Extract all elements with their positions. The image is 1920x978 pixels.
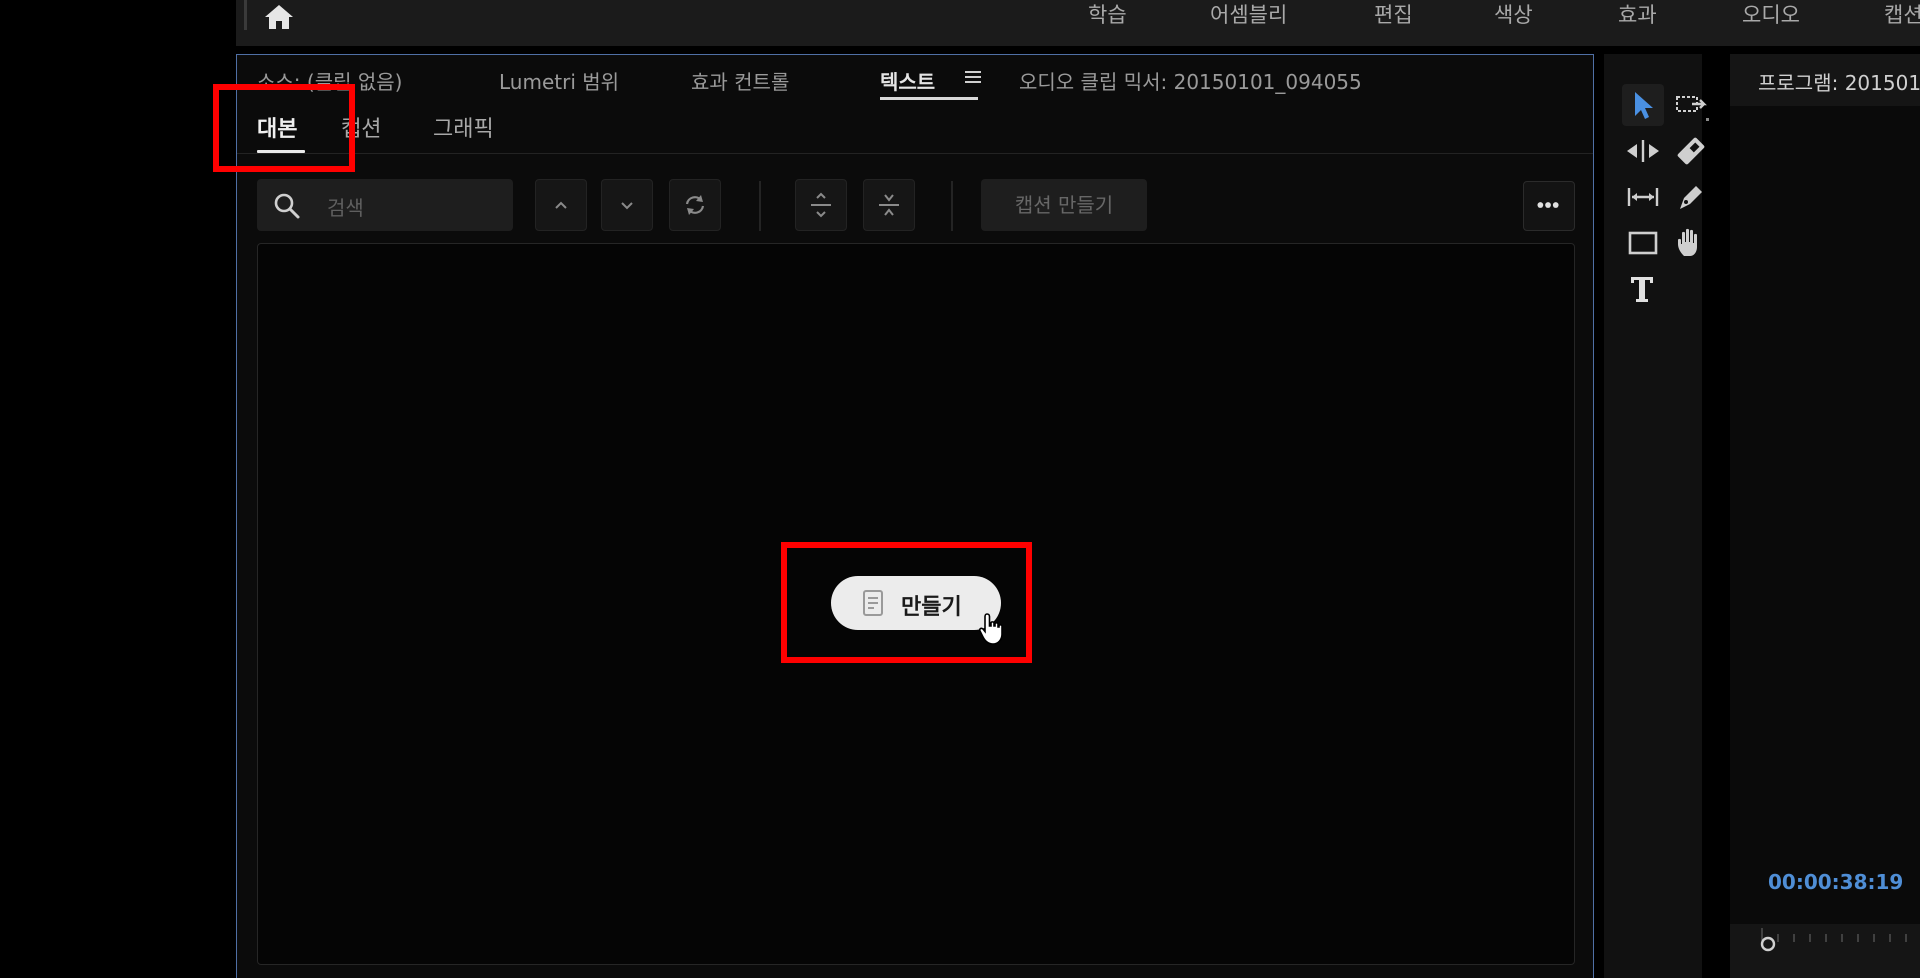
next-result-button[interactable]: [601, 179, 653, 231]
replace-button[interactable]: [669, 179, 721, 231]
workspace-assembly[interactable]: 어셈블리: [1210, 0, 1287, 30]
program-monitor-title[interactable]: 프로그램: 20150101_094055: [1758, 67, 1920, 96]
workspace-captions[interactable]: 캡션: [1884, 0, 1920, 30]
selection-tool-icon: [1635, 92, 1653, 119]
workspace-audio[interactable]: 오디오: [1742, 0, 1800, 30]
pen-tool[interactable]: [1670, 176, 1712, 218]
type-icon: [1631, 277, 1653, 302]
razor-tool[interactable]: [1670, 130, 1712, 172]
type-tool[interactable]: [1622, 268, 1664, 310]
tab-text-underline: [880, 97, 978, 100]
timeline-ruler[interactable]: [1760, 922, 1920, 952]
razor-icon: [1677, 137, 1705, 165]
program-viewer: [1730, 106, 1920, 924]
collapse-icon: [879, 194, 899, 216]
more-icon: [1537, 202, 1559, 208]
chevron-down-icon: [621, 202, 633, 210]
chevron-up-icon: [555, 201, 567, 209]
workspace-color[interactable]: 색상: [1494, 0, 1533, 30]
toolbar-separator: [951, 181, 953, 231]
previous-result-button[interactable]: [535, 179, 587, 231]
highlight-transcript-tab: [213, 84, 355, 172]
expand-icon: [811, 192, 831, 218]
program-monitor-panel: 프로그램: 20150101_094055 00:00:38:19: [1730, 54, 1920, 978]
workspace-learning[interactable]: 학습: [1088, 0, 1127, 30]
slip-icon: [1627, 188, 1659, 206]
more-options-button[interactable]: [1523, 181, 1575, 231]
search-input[interactable]: 검색: [257, 179, 513, 231]
ripple-edit-icon: [1627, 140, 1659, 162]
track-select-tool[interactable]: [1670, 84, 1712, 126]
rectangle-tool[interactable]: [1622, 222, 1664, 264]
workspace-effects[interactable]: 효과: [1618, 0, 1657, 30]
expand-all-button[interactable]: [795, 179, 847, 231]
hand-icon: [1678, 228, 1697, 256]
tab-text[interactable]: 텍스트: [880, 66, 935, 95]
collapse-all-button[interactable]: [863, 179, 915, 231]
subtab-graphics[interactable]: 그래픽: [433, 111, 494, 143]
tab-effect-controls[interactable]: 효과 컨트롤: [691, 66, 789, 95]
tab-audio-clip-mixer[interactable]: 오디오 클립 믹서: 20150101_094055: [1019, 66, 1362, 95]
home-icon[interactable]: [262, 2, 296, 32]
selection-tool[interactable]: [1622, 84, 1664, 126]
hand-tool[interactable]: [1670, 222, 1712, 264]
create-captions-button[interactable]: 캡션 만들기: [981, 179, 1147, 231]
workspace-bar: 학습 어셈블리 편집 색상 효과 오디오 캡션: [236, 0, 1920, 46]
slip-tool[interactable]: [1622, 176, 1664, 218]
menu-icon[interactable]: [963, 69, 983, 85]
pen-icon: [1680, 186, 1702, 209]
search-placeholder: 검색: [327, 196, 364, 220]
highlight-create-button: [781, 542, 1032, 663]
premiere-window: 학습 어셈블리 편집 색상 효과 오디오 캡션 소스: (클립 없음) Lume…: [0, 0, 1920, 978]
workspace-editing[interactable]: 편집: [1374, 0, 1413, 30]
ripple-edit-tool[interactable]: [1622, 130, 1664, 172]
text-panel: 소스: (클립 없음) Lumetri 범위 효과 컨트롤 텍스트 오디오 클립…: [236, 54, 1594, 978]
search-icon: [274, 193, 300, 219]
refresh-icon: [685, 195, 705, 215]
tools-panel: [1604, 54, 1709, 978]
topbar-separator: [244, 0, 247, 30]
tab-lumetri-scopes[interactable]: Lumetri 범위: [499, 66, 619, 95]
track-select-icon: [1676, 96, 1709, 121]
playhead-timecode[interactable]: 00:00:38:19: [1768, 870, 1903, 894]
subtab-divider: [237, 153, 1593, 154]
rectangle-icon: [1628, 231, 1658, 255]
toolbar-separator: [759, 181, 761, 231]
